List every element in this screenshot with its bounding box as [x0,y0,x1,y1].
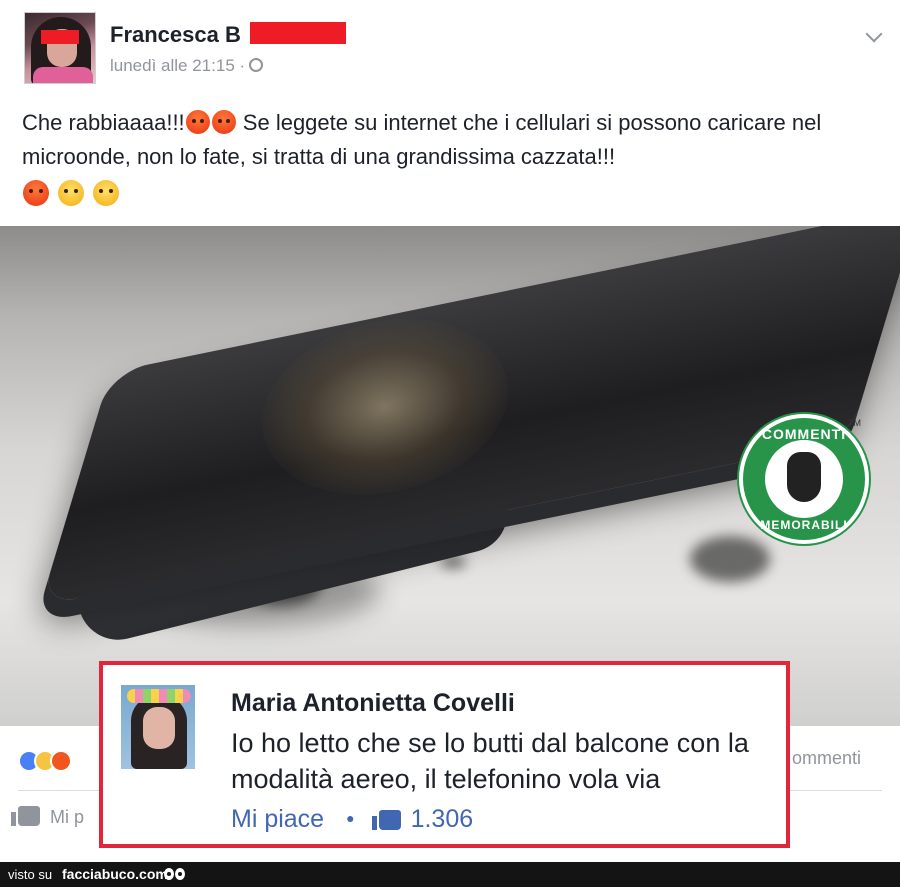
watermark-footer: visto su facciabuco.com [0,862,900,887]
angry-face-emoji [23,180,49,206]
comment-like-button[interactable]: Mi piace [231,805,324,833]
separator-dot: ● [346,810,355,826]
commenter-avatar[interactable] [121,685,195,769]
angry-reaction-icon [50,750,72,772]
comment-like-count[interactable]: 1.306 [411,805,474,833]
bearded-face-icon [787,452,821,502]
logo-inner-circle [765,440,843,518]
thumbs-up-icon [371,810,401,830]
comments-count-link[interactable]: ommenti [792,748,861,769]
trademark-mark: TM [848,418,861,428]
timestamp-text: lunedì alle 21:15 · [110,56,246,75]
author-avatar[interactable] [24,12,96,84]
commenter-name[interactable]: Maria Antonietta Covelli [231,689,515,718]
like-button-label: Mi p [50,807,85,827]
steam-face-emoji [93,180,119,206]
angry-face-emoji [185,110,210,134]
eyes-logo-icon [164,867,186,885]
scorch-mark [690,536,770,582]
author-name[interactable]: Francesca B [110,22,241,48]
post-text: Che rabbiaaaa!!! Se leggete su internet … [22,106,882,174]
globe-icon [249,58,264,72]
steam-face-emoji [58,180,84,206]
comment-actions: Mi piace ● 1.306 [231,805,473,834]
avatar-shirt [33,67,93,83]
flower-crown-filter [127,689,191,703]
footer-prefix: visto su [8,867,53,882]
emoji-row [22,180,127,207]
highlighted-comment: Maria Antonietta Covelli Io ho letto che… [99,661,790,848]
commenti-memorabili-logo: COMMENTI MEMORABILI [739,414,869,544]
reaction-summary[interactable] [18,750,72,777]
footer-site[interactable]: facciabuco.com [62,866,168,882]
chevron-down-icon[interactable] [865,25,883,43]
angry-face-emoji [211,110,236,134]
logo-text-bottom: MEMORABILI [760,518,848,532]
avatar-face [143,707,175,749]
post-text-start: Che rabbiaaaa!!! [22,110,185,135]
redaction-bar [250,22,346,44]
redaction-bar [41,30,79,44]
comment-text: Io ho letto che se lo butti dal balcone … [231,728,749,794]
like-button[interactable]: Mi p [11,806,85,828]
post-timestamp[interactable]: lunedì alle 21:15 · [110,56,264,76]
thumbs-up-icon [11,806,40,826]
